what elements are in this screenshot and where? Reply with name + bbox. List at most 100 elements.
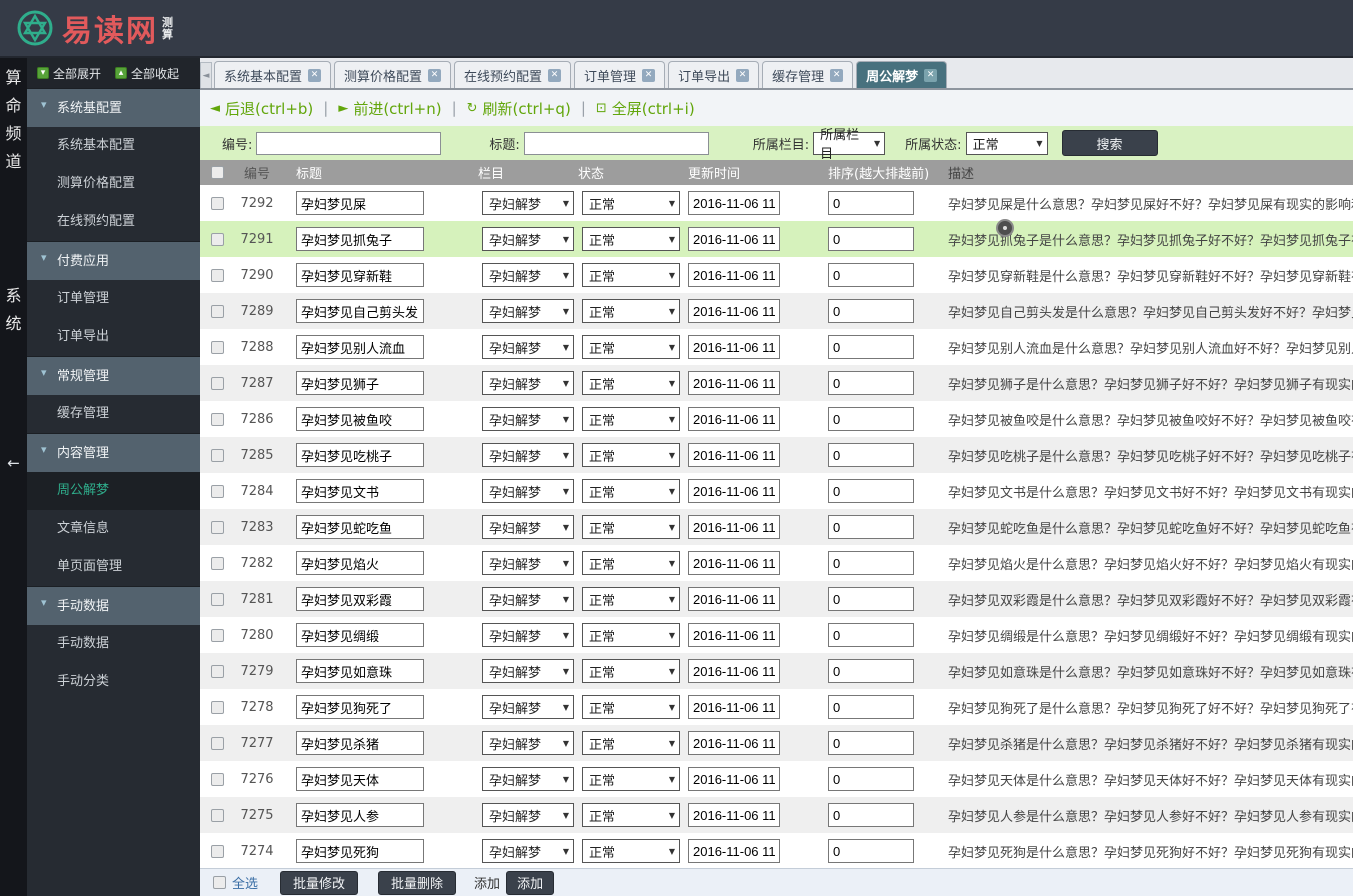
row-column-select[interactable]: 孕妇解梦 ▼ (482, 659, 574, 683)
search-button[interactable]: 搜索 (1061, 130, 1158, 156)
select-all-footer-checkbox[interactable] (213, 876, 226, 889)
row-column-select[interactable]: 孕妇解梦 ▼ (482, 839, 574, 863)
expand-all-button[interactable]: ▾ 全部展开 (37, 65, 101, 82)
row-sort-input[interactable] (828, 695, 914, 719)
row-title-input[interactable] (296, 227, 424, 251)
row-sort-input[interactable] (828, 659, 914, 683)
batch-delete-button[interactable]: 批量删除 (378, 870, 457, 895)
row-sort-input[interactable] (828, 335, 914, 359)
row-column-select[interactable]: 孕妇解梦 ▼ (482, 263, 574, 287)
row-status-select[interactable]: 正常 ▼ (582, 803, 680, 827)
row-title-input[interactable] (296, 767, 424, 791)
row-status-select[interactable]: 正常 ▼ (582, 263, 680, 287)
tab-订单管理[interactable]: 订单管理 ✕ (574, 61, 666, 88)
row-checkbox[interactable] (210, 448, 224, 462)
sidebar-item-手动分类[interactable]: 手动分类 (27, 663, 200, 701)
row-column-select[interactable]: 孕妇解梦 ▼ (482, 587, 574, 611)
sidebar-group-手动数据[interactable]: ▾ 手动数据 (27, 586, 200, 625)
row-status-select[interactable]: 正常 ▼ (582, 515, 680, 539)
row-status-select[interactable]: 正常 ▼ (582, 587, 680, 611)
row-sort-input[interactable] (828, 731, 914, 755)
tab-scroll-left-icon[interactable]: ◄ (200, 62, 212, 88)
row-column-select[interactable]: 孕妇解梦 ▼ (482, 731, 574, 755)
row-updated-input[interactable] (688, 227, 780, 251)
row-column-select[interactable]: 孕妇解梦 ▼ (482, 515, 574, 539)
column-filter-select[interactable]: 所属栏目 ▼ (813, 128, 886, 162)
toolbar-refresh-link[interactable]: ↻ 刷新(ctrl+q) (467, 98, 571, 119)
row-sort-input[interactable] (828, 191, 914, 215)
row-sort-input[interactable] (828, 443, 914, 467)
row-sort-input[interactable] (828, 839, 914, 863)
row-updated-input[interactable] (688, 803, 780, 827)
row-title-input[interactable] (296, 263, 424, 287)
row-column-select[interactable]: 孕妇解梦 ▼ (482, 227, 574, 251)
row-updated-input[interactable] (688, 299, 780, 323)
row-status-select[interactable]: 正常 ▼ (582, 191, 680, 215)
row-sort-input[interactable] (828, 371, 914, 395)
row-status-select[interactable]: 正常 ▼ (582, 731, 680, 755)
row-title-input[interactable] (296, 587, 424, 611)
row-column-select[interactable]: 孕妇解梦 ▼ (482, 335, 574, 359)
row-sort-input[interactable] (828, 803, 914, 827)
sidebar-item-在线预约配置[interactable]: 在线预约配置 (27, 203, 200, 241)
sidebar-group-系统基配置[interactable]: ▾ 系统基配置 (27, 88, 200, 127)
sidebar-item-系统基本配置[interactable]: 系统基本配置 (27, 127, 200, 165)
row-sort-input[interactable] (828, 587, 914, 611)
row-sort-input[interactable] (828, 299, 914, 323)
row-status-select[interactable]: 正常 ▼ (582, 407, 680, 431)
row-title-input[interactable] (296, 371, 424, 395)
row-title-input[interactable] (296, 659, 424, 683)
add-button[interactable]: 添加 (506, 870, 555, 895)
row-title-input[interactable] (296, 299, 424, 323)
row-checkbox[interactable] (210, 304, 224, 318)
row-updated-input[interactable] (688, 443, 780, 467)
row-title-input[interactable] (296, 335, 424, 359)
id-filter-input[interactable] (256, 131, 442, 155)
row-updated-input[interactable] (688, 479, 780, 503)
tab-在线预约配置[interactable]: 在线预约配置 ✕ (454, 61, 572, 88)
row-status-select[interactable]: 正常 ▼ (582, 659, 680, 683)
tab-缓存管理[interactable]: 缓存管理 ✕ (762, 61, 854, 88)
row-status-select[interactable]: 正常 ▼ (582, 695, 680, 719)
row-title-input[interactable] (296, 407, 424, 431)
row-checkbox[interactable] (210, 808, 224, 822)
row-column-select[interactable]: 孕妇解梦 ▼ (482, 479, 574, 503)
row-checkbox[interactable] (210, 268, 224, 282)
row-updated-input[interactable] (688, 587, 780, 611)
sidebar-item-测算价格配置[interactable]: 测算价格配置 (27, 165, 200, 203)
row-updated-input[interactable] (688, 767, 780, 791)
row-updated-input[interactable] (688, 407, 780, 431)
row-updated-input[interactable] (688, 263, 780, 287)
row-title-input[interactable] (296, 839, 424, 863)
row-title-input[interactable] (296, 479, 424, 503)
row-title-input[interactable] (296, 803, 424, 827)
vertical-tab-channel[interactable]: 算命频道 (0, 64, 27, 176)
batch-edit-button[interactable]: 批量修改 (280, 870, 359, 895)
row-title-input[interactable] (296, 731, 424, 755)
sidebar-group-内容管理[interactable]: ▾ 内容管理 (27, 433, 200, 472)
row-column-select[interactable]: 孕妇解梦 ▼ (482, 443, 574, 467)
row-checkbox[interactable] (210, 196, 224, 210)
row-checkbox[interactable] (210, 736, 224, 750)
toolbar-forward-arrow-link[interactable]: ► 前进(ctrl+n) (338, 98, 441, 119)
row-updated-input[interactable] (688, 695, 780, 719)
row-title-input[interactable] (296, 551, 424, 575)
row-checkbox[interactable] (210, 340, 224, 354)
sidebar-group-常规管理[interactable]: ▾ 常规管理 (27, 356, 200, 395)
tab-订单导出[interactable]: 订单导出 ✕ (668, 61, 760, 88)
tab-close-icon[interactable]: ✕ (548, 68, 562, 82)
row-checkbox[interactable] (210, 412, 224, 426)
vertical-tab-system[interactable]: 系统 (0, 282, 27, 338)
sidebar-item-文章信息[interactable]: 文章信息 (27, 510, 200, 548)
sidebar-item-缓存管理[interactable]: 缓存管理 (27, 395, 200, 433)
toolbar-fullscreen-link[interactable]: ⊡ 全屏(ctrl+i) (596, 98, 695, 119)
row-checkbox[interactable] (210, 772, 224, 786)
row-status-select[interactable]: 正常 ▼ (582, 623, 680, 647)
row-status-select[interactable]: 正常 ▼ (582, 443, 680, 467)
row-column-select[interactable]: 孕妇解梦 ▼ (482, 371, 574, 395)
row-status-select[interactable]: 正常 ▼ (582, 299, 680, 323)
row-updated-input[interactable] (688, 551, 780, 575)
row-updated-input[interactable] (688, 515, 780, 539)
row-status-select[interactable]: 正常 ▼ (582, 767, 680, 791)
title-filter-input[interactable] (523, 131, 709, 155)
